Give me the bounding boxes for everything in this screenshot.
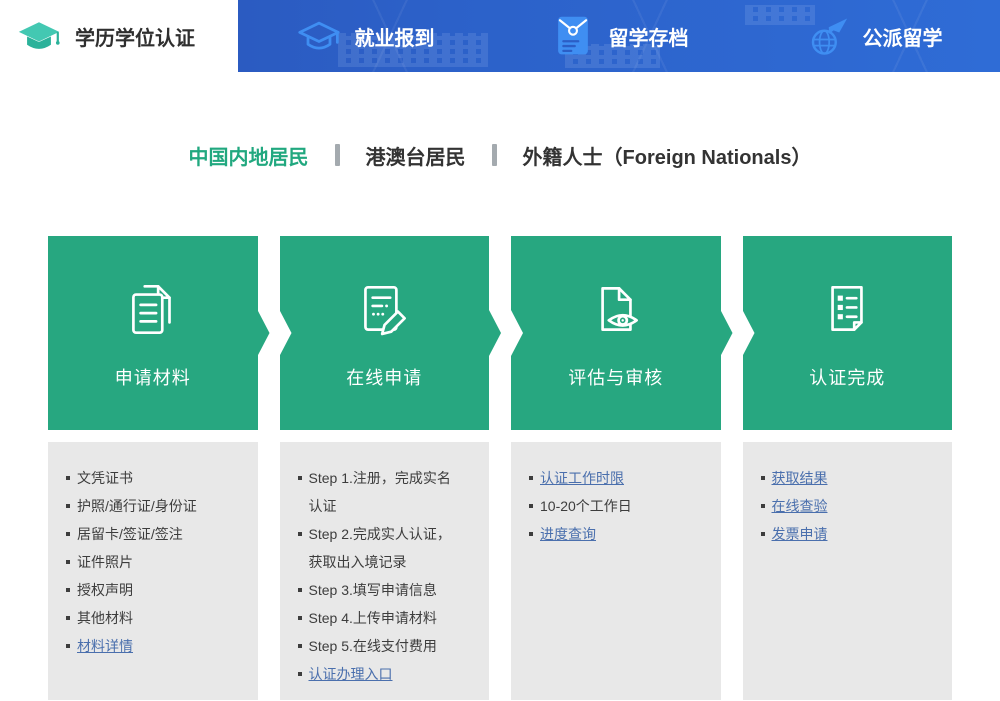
- list-link[interactable]: 获取结果: [772, 464, 925, 492]
- list-item-text: Step 2.完成实人认证，获取出入境记录: [308, 526, 451, 570]
- step-title: 在线申请: [346, 368, 423, 388]
- list-link[interactable]: 认证工作时限: [540, 464, 693, 492]
- list-item: 在线查验: [760, 492, 925, 520]
- list-item-text: Step 5.在线支付费用: [308, 638, 437, 654]
- tab-label: 就业报到: [354, 27, 435, 50]
- list-item-text: Step 4.上传申请材料: [308, 610, 437, 626]
- tab-label: 留学存档: [608, 27, 689, 50]
- divider: [491, 144, 497, 166]
- tab-degree-certification[interactable]: 学历学位认证: [0, 0, 238, 72]
- list-item-text: Step 3.填写申请信息: [308, 582, 437, 598]
- bullet-icon: [66, 616, 70, 620]
- list-item: Step 4.上传申请材料: [297, 604, 462, 632]
- step-title: 评估与审核: [568, 368, 664, 388]
- list-item: 认证办理入口: [297, 660, 462, 688]
- list-item: 证件照片: [66, 548, 230, 576]
- tab-hk-macao-taiwan-residents[interactable]: 港澳台居民: [366, 141, 466, 170]
- bullet-icon: [66, 532, 70, 536]
- list-item: Step 3.填写申请信息: [297, 576, 462, 604]
- list-item: 进度查询: [529, 520, 693, 548]
- bullet-icon: [529, 532, 533, 536]
- tab-mainland-residents[interactable]: 中国内地居民: [189, 141, 309, 170]
- list-item: 授权声明: [66, 576, 230, 604]
- bullet-icon: [529, 504, 533, 508]
- list-item: 其他材料: [66, 604, 230, 632]
- step-card-application-materials: 申请材料: [48, 236, 258, 430]
- edit-document-icon: [351, 276, 417, 342]
- step-card-online-application: 在线申请: [279, 236, 489, 430]
- documents-icon: [120, 276, 186, 342]
- step-detail-list-evaluation-review: 认证工作时限 10-20个工作日 进度查询: [511, 442, 721, 700]
- bullet-icon: [66, 588, 70, 592]
- tab-label: 学历学位认证: [75, 27, 195, 50]
- resident-tabs: 中国内地居民 港澳台居民 外籍人士（Foreign Nationals）: [0, 140, 1000, 170]
- tab-study-abroad-archive[interactable]: 留学存档: [492, 0, 746, 72]
- list-link[interactable]: 发票申请: [772, 520, 925, 548]
- bullet-icon: [297, 644, 302, 648]
- archive-file-icon: [550, 13, 596, 59]
- divider: [334, 144, 340, 166]
- bullet-icon: [297, 616, 302, 620]
- step-card-certification-complete: 认证完成: [742, 236, 952, 430]
- list-item-text: 授权声明: [77, 582, 133, 598]
- list-item: Step 1.注册，完成实名认证: [297, 464, 462, 520]
- tab-employment-registration[interactable]: 就业报到: [238, 0, 492, 72]
- list-link[interactable]: 进度查询: [540, 520, 693, 548]
- list-item: 材料详情: [66, 632, 230, 660]
- bullet-icon: [66, 560, 70, 564]
- document-eye-icon: [583, 276, 649, 342]
- list-item: 获取结果: [760, 464, 925, 492]
- list-item: Step 2.完成实人认证，获取出入境记录: [297, 520, 462, 576]
- step-detail-list-certification-complete: 获取结果 在线查验 发票申请: [742, 442, 952, 700]
- bullet-icon: [66, 504, 70, 508]
- list-item-text: 证件照片: [77, 554, 133, 570]
- list-item-text: 护照/通行证/身份证: [77, 498, 197, 514]
- list-item: 发票申请: [760, 520, 925, 548]
- plane-globe-icon: [804, 13, 850, 59]
- step-detail-list-application-materials: 文凭证书 护照/通行证/身份证 居留卡/签证/签注 证件照片 授权声明 其他材料…: [48, 442, 258, 700]
- step-card-evaluation-review: 评估与审核: [511, 236, 721, 430]
- list-item-text: Step 1.注册，完成实名认证: [308, 470, 451, 514]
- tab-label: 公派留学: [862, 27, 943, 50]
- list-item: 10-20个工作日: [529, 492, 693, 520]
- graduation-cap-outline-icon: [296, 13, 342, 59]
- list-item-text: 文凭证书: [77, 470, 133, 486]
- list-item: 认证工作时限: [529, 464, 693, 492]
- bullet-icon: [297, 532, 302, 536]
- tab-foreign-nationals[interactable]: 外籍人士（Foreign Nationals）: [523, 141, 812, 170]
- process-details: 文凭证书 护照/通行证/身份证 居留卡/签证/签注 证件照片 授权声明 其他材料…: [48, 442, 952, 700]
- list-item-text: 居留卡/签证/签注: [77, 526, 183, 542]
- list-link[interactable]: 在线查验: [772, 492, 925, 520]
- step-title: 认证完成: [809, 368, 886, 388]
- list-item: 文凭证书: [66, 464, 230, 492]
- bullet-icon: [529, 476, 533, 480]
- list-item: 护照/通行证/身份证: [66, 492, 230, 520]
- tab-government-sponsored-study[interactable]: 公派留学: [746, 0, 1000, 72]
- list-link[interactable]: 材料详情: [77, 632, 230, 660]
- checklist-document-icon: [814, 276, 880, 342]
- step-title: 申请材料: [114, 368, 191, 388]
- step-detail-list-online-application: Step 1.注册，完成实名认证 Step 2.完成实人认证，获取出入境记录 S…: [279, 442, 489, 700]
- bullet-icon: [297, 672, 302, 676]
- bullet-icon: [760, 476, 765, 480]
- bullet-icon: [760, 504, 765, 508]
- top-nav: 学历学位认证 就业报到 留学存档 公派留学: [0, 0, 1000, 72]
- process-flow: 申请材料 在线申请 评估与审核 认证完成: [48, 236, 952, 430]
- bullet-icon: [66, 476, 70, 480]
- bullet-icon: [760, 532, 765, 536]
- bullet-icon: [66, 644, 70, 648]
- list-item: Step 5.在线支付费用: [297, 632, 462, 660]
- list-item: 居留卡/签证/签注: [66, 520, 230, 548]
- list-item-text: 10-20个工作日: [540, 498, 632, 514]
- list-item-text: 其他材料: [77, 610, 133, 626]
- bullet-icon: [297, 476, 302, 480]
- bullet-icon: [297, 588, 302, 592]
- list-link[interactable]: 认证办理入口: [309, 660, 462, 688]
- graduation-cap-icon: [16, 13, 62, 59]
